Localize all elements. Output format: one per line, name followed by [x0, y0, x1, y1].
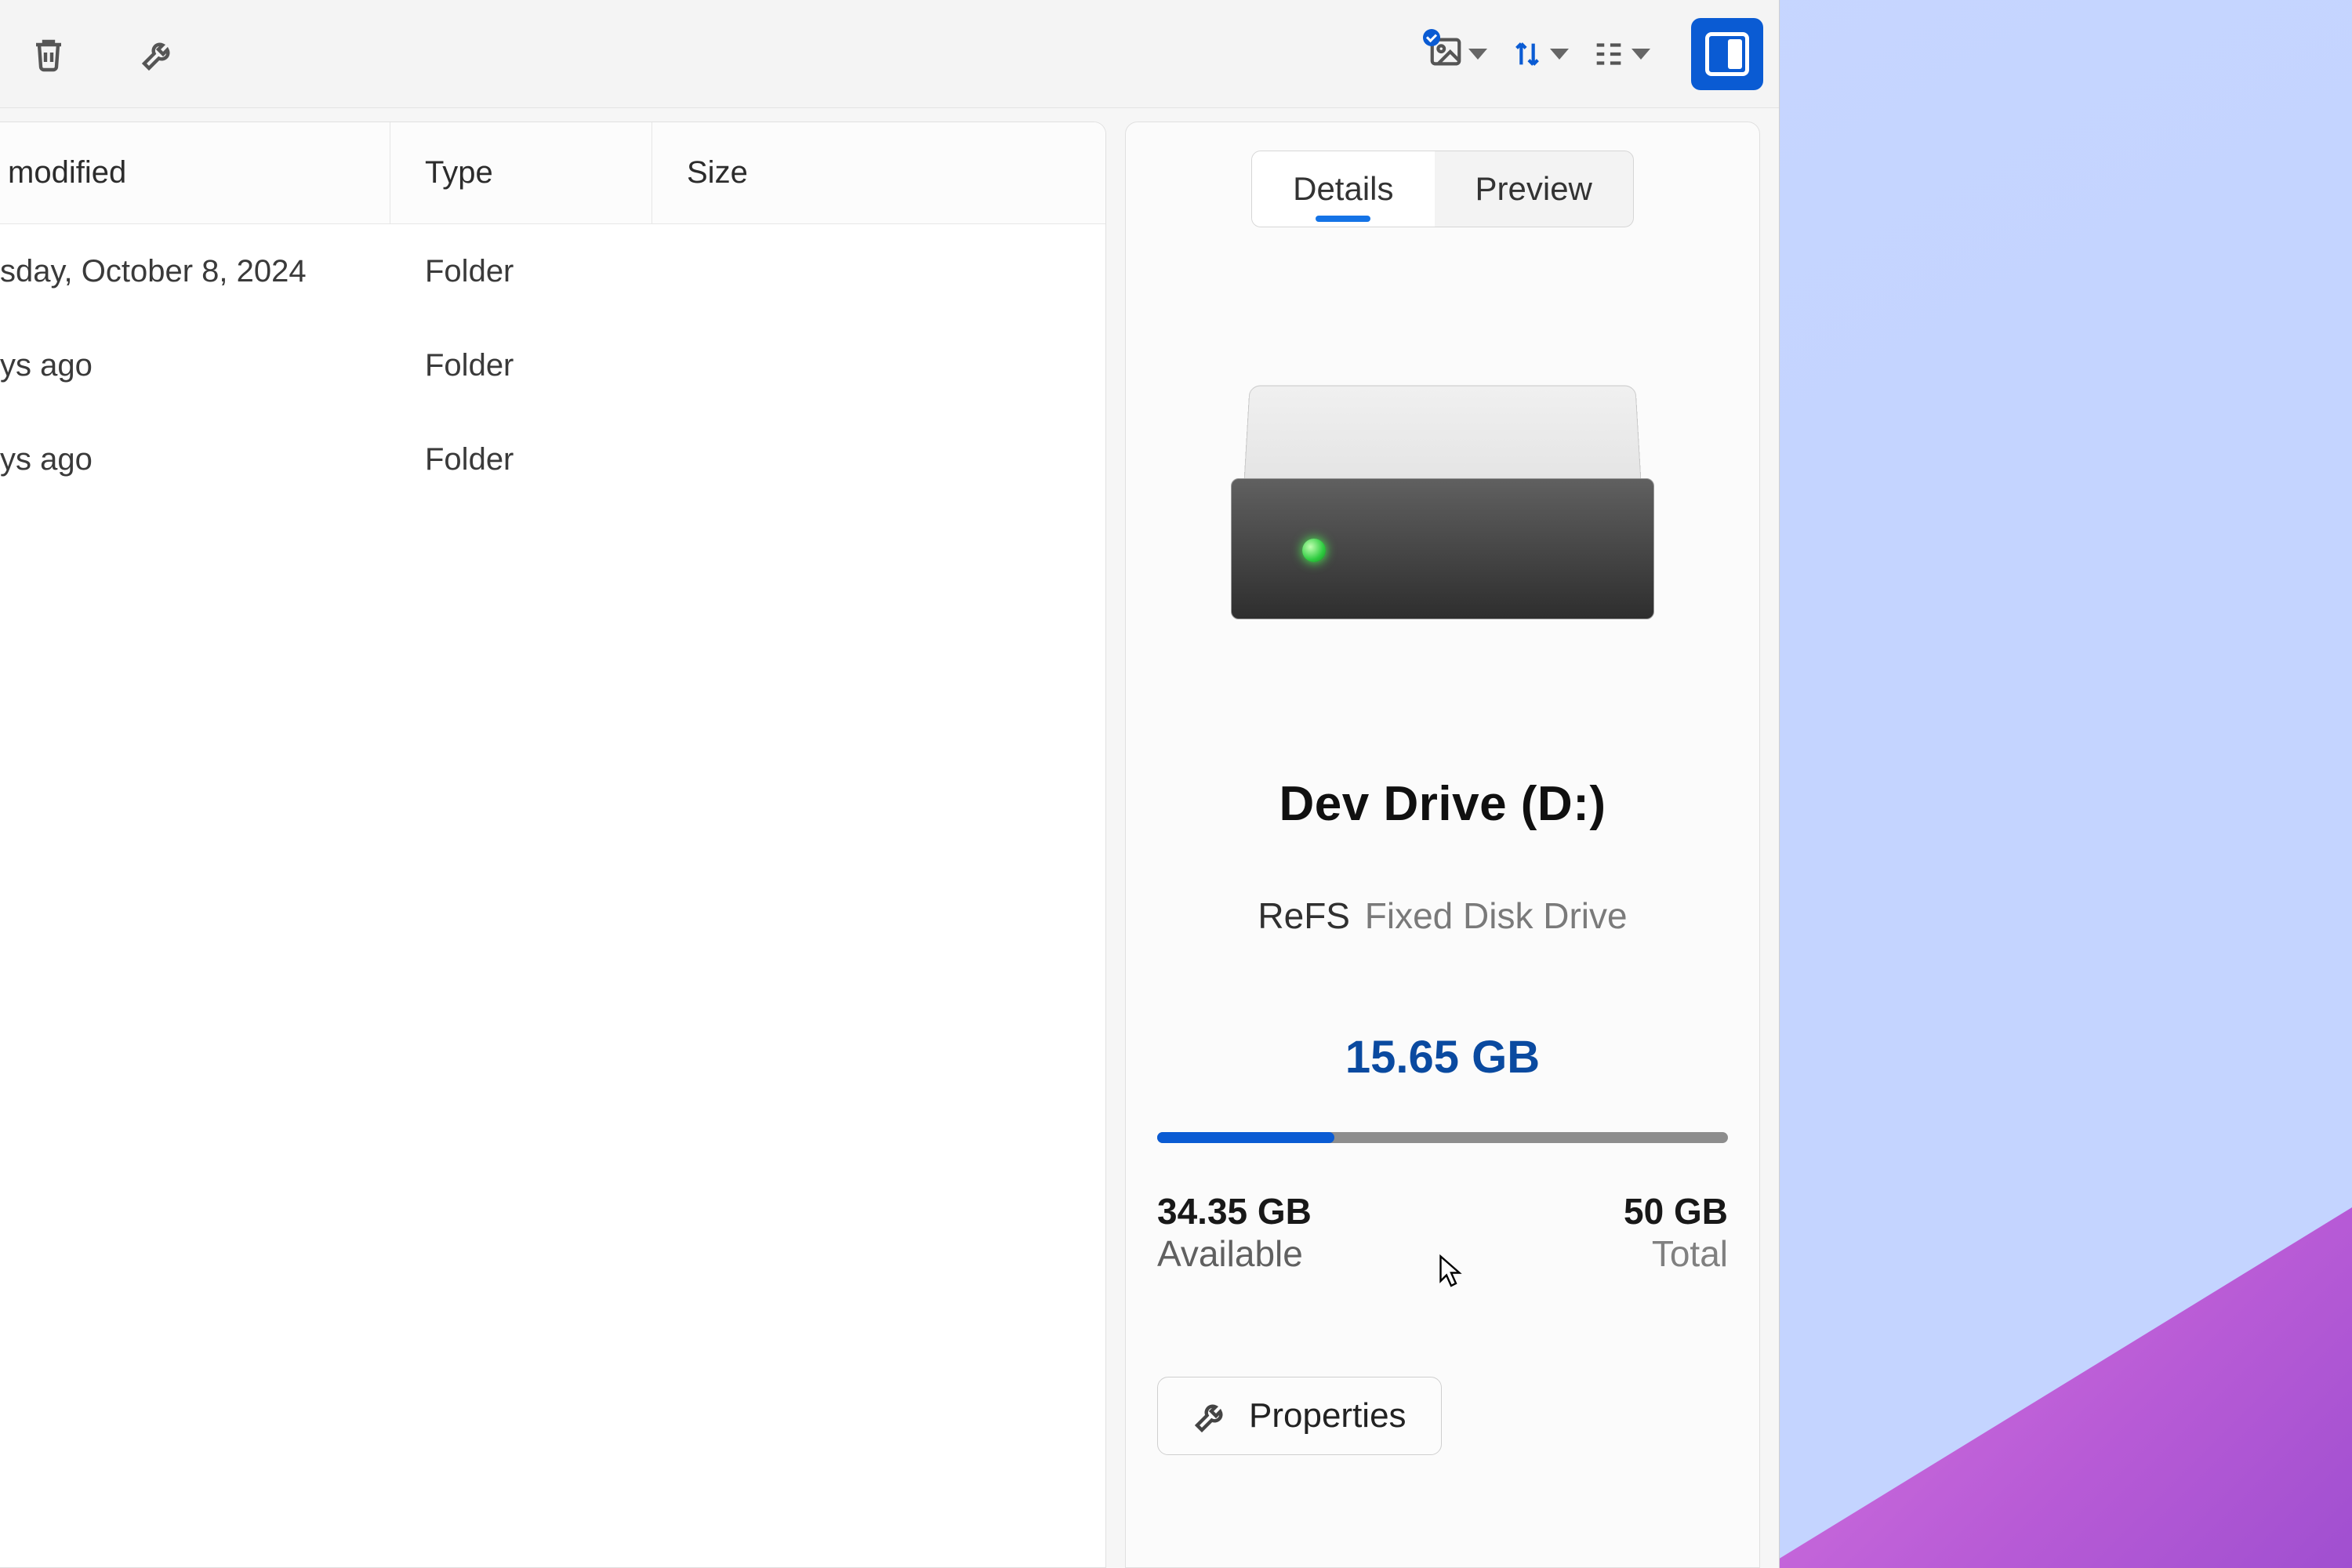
capacity-progress [1157, 1132, 1728, 1143]
used-space: 15.65 GB [1345, 1031, 1540, 1083]
pane-icon [1705, 32, 1749, 76]
cell-modified: ys ago [0, 348, 93, 383]
drive-type-label: Fixed Disk Drive [1365, 895, 1628, 936]
wrench-icon [1192, 1397, 1230, 1435]
table-row[interactable]: ys ago Folder [0, 412, 1105, 506]
tab-details[interactable]: Details [1252, 151, 1434, 227]
image-badge-icon [1428, 34, 1464, 74]
file-list-pane: modified Type Size sday, October 8, 2024… [0, 122, 1106, 1568]
explorer-window: modified Type Size sday, October 8, 2024… [0, 0, 1780, 1568]
properties-button[interactable] [135, 31, 182, 78]
toolbar [0, 0, 1779, 108]
sort-dropdown[interactable] [1509, 36, 1569, 72]
cell-type: Folder [425, 442, 514, 477]
details-tabs: Details Preview [1251, 151, 1634, 227]
delete-button[interactable] [25, 31, 72, 78]
column-header-label: Size [687, 155, 748, 191]
drive-name: Dev Drive (D:) [1279, 776, 1606, 832]
drive-led-icon [1302, 539, 1326, 562]
drive-subtitle: ReFS Fixed Disk Drive [1258, 895, 1627, 937]
tab-label: Details [1293, 170, 1393, 207]
cell-modified: sday, October 8, 2024 [0, 254, 307, 289]
button-label: Properties [1249, 1396, 1406, 1436]
drive-illustration [1223, 384, 1662, 619]
capacity-bar [1157, 1132, 1334, 1143]
capacity-stats: 34.35 GB Available 50 GB Total [1157, 1190, 1728, 1275]
chevron-down-icon [1468, 49, 1487, 60]
cell-type: Folder [425, 254, 514, 289]
cell-type: Folder [425, 348, 514, 383]
view-dropdown[interactable] [1591, 36, 1650, 72]
column-header-type[interactable]: Type [390, 122, 652, 223]
column-header-modified[interactable]: modified [0, 122, 390, 223]
tab-label: Preview [1475, 170, 1592, 207]
available-value: 34.35 GB [1157, 1190, 1312, 1232]
check-badge-icon [1423, 29, 1440, 46]
trash-icon [30, 35, 67, 73]
desktop-accent [1764, 1207, 2352, 1568]
details-pane: Details Preview Dev Drive (D:) ReFS Fixe… [1125, 122, 1760, 1568]
view-list-icon [1591, 36, 1627, 72]
table-row[interactable]: sday, October 8, 2024 Folder [0, 224, 1105, 318]
wrench-icon [140, 35, 177, 73]
column-header-label: Type [425, 155, 493, 191]
chevron-down-icon [1632, 49, 1650, 60]
table-row[interactable]: ys ago Folder [0, 318, 1105, 412]
column-header-size[interactable]: Size [652, 122, 949, 223]
chevron-down-icon [1550, 49, 1569, 60]
column-header-label: modified [0, 155, 126, 191]
column-headers: modified Type Size [0, 122, 1105, 224]
total-value: 50 GB [1624, 1190, 1728, 1232]
cell-modified: ys ago [0, 442, 93, 477]
details-pane-toggle[interactable] [1691, 18, 1763, 90]
sort-arrows-icon [1509, 36, 1545, 72]
total-label: Total [1624, 1232, 1728, 1275]
filesystem-label: ReFS [1258, 895, 1350, 936]
thumbnails-dropdown[interactable] [1428, 34, 1487, 74]
tab-preview[interactable]: Preview [1435, 151, 1633, 227]
available-label: Available [1157, 1232, 1312, 1275]
properties-button[interactable]: Properties [1157, 1377, 1442, 1455]
